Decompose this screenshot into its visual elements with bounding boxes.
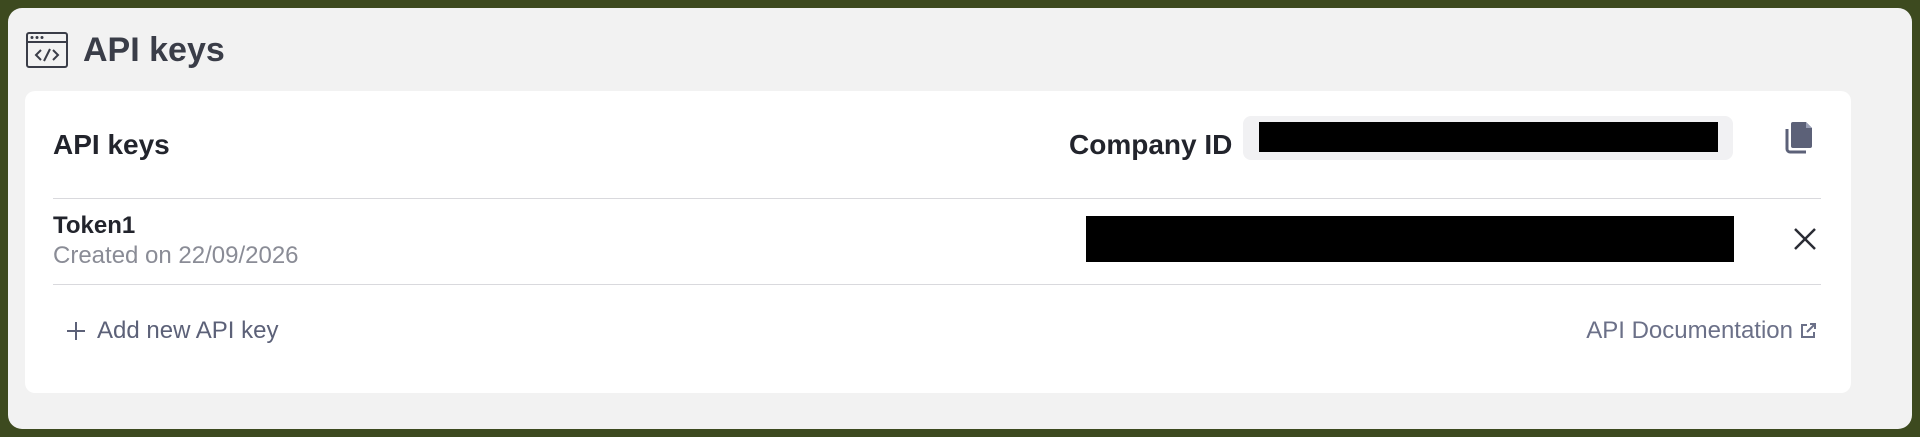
token-value-redacted [1086, 216, 1734, 262]
company-id-label: Company ID [1069, 129, 1233, 160]
api-documentation-link[interactable]: API Documentation [1586, 317, 1817, 345]
browser-code-icon [26, 32, 68, 68]
divider-top [53, 198, 1821, 199]
token-created-date: Created on 22/09/2026 [53, 242, 299, 269]
external-link-icon [1801, 323, 1816, 338]
card-title: API keys [53, 129, 170, 160]
add-api-key-label: Add new API key [97, 317, 279, 344]
company-id-field[interactable] [1243, 116, 1733, 160]
api-documentation-label: API Documentation [1586, 317, 1793, 344]
copy-icon[interactable] [1782, 119, 1816, 155]
close-icon[interactable] [1790, 224, 1820, 254]
add-api-key-button[interactable]: Add new API key [65, 317, 278, 345]
company-id-redacted [1259, 122, 1718, 152]
plus-icon [67, 322, 85, 340]
page-title: API keys [83, 30, 225, 69]
app-frame: API keys API keys Company ID Token1 Crea… [8, 8, 1912, 429]
divider-bottom [53, 284, 1821, 285]
api-keys-card: API keys Company ID Token1 Created on 22… [25, 91, 1851, 393]
page-header: API keys [25, 22, 225, 78]
token-name: Token1 [53, 212, 136, 239]
